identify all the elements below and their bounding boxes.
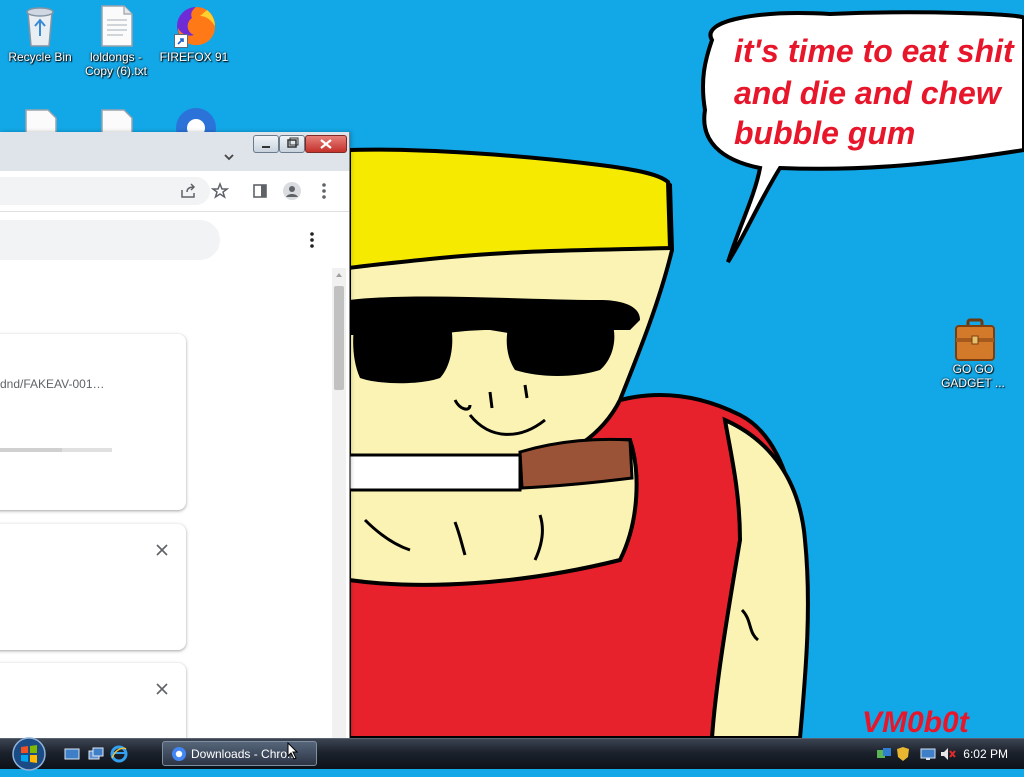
switch-windows-button[interactable] bbox=[88, 746, 104, 762]
show-desktop-icon bbox=[64, 748, 80, 760]
desktop-icon-text-file[interactable]: loldongs - Copy (6).txt bbox=[76, 4, 156, 78]
close-icon bbox=[320, 139, 332, 149]
close-button[interactable] bbox=[305, 135, 347, 153]
close-icon bbox=[156, 683, 168, 695]
chrome-menu-button[interactable] bbox=[312, 179, 336, 203]
scroll-up-icon[interactable] bbox=[332, 269, 346, 281]
bookmark-button[interactable] bbox=[208, 179, 232, 203]
desktop-icon-firefox[interactable]: FIREFOX 91 bbox=[154, 4, 234, 64]
tray-security-icon[interactable] bbox=[895, 746, 911, 762]
download-card bbox=[0, 524, 186, 650]
start-button[interactable] bbox=[6, 736, 52, 772]
taskbar-clock[interactable]: 6:02 PM bbox=[963, 739, 1008, 769]
downloads-list: dnd/FAKEAV-001… bbox=[0, 268, 330, 738]
download-path-link[interactable]: dnd/FAKEAV-001… bbox=[0, 377, 105, 391]
side-panel-button[interactable] bbox=[248, 179, 272, 203]
browser-toolbar bbox=[0, 171, 349, 212]
speech-line-2: and die and chew bbox=[734, 75, 1003, 111]
desktop-icon-label: FIREFOX 91 bbox=[159, 50, 229, 64]
taskbar-task-label: Downloads - Chro... bbox=[191, 747, 298, 761]
volume-muted-icon[interactable] bbox=[939, 746, 956, 762]
firefox-icon bbox=[174, 4, 216, 48]
download-card: dnd/FAKEAV-001… bbox=[0, 334, 186, 510]
download-progress-bar bbox=[0, 448, 112, 452]
tray-display-icon[interactable] bbox=[920, 746, 936, 762]
tab-search-button[interactable] bbox=[218, 146, 240, 168]
downloads-header bbox=[0, 212, 349, 268]
scrollbar-thumb[interactable] bbox=[334, 286, 344, 390]
desktop: it's time to eat shit and die and chew b… bbox=[0, 0, 1024, 738]
download-progress-fill bbox=[0, 448, 62, 452]
remove-download-button[interactable] bbox=[150, 677, 174, 701]
title-bar[interactable] bbox=[0, 132, 349, 171]
close-icon bbox=[156, 544, 168, 556]
profile-button[interactable] bbox=[280, 179, 304, 203]
text-file-icon bbox=[96, 4, 136, 48]
chevron-down-icon bbox=[224, 154, 234, 161]
downloads-more-button[interactable] bbox=[300, 228, 324, 252]
shortcut-arrow-icon bbox=[174, 34, 188, 48]
chrome-window[interactable]: dnd/FAKEAV-001… bbox=[0, 132, 349, 738]
download-card bbox=[0, 663, 186, 738]
remove-download-button[interactable] bbox=[150, 538, 174, 562]
mouse-cursor-icon bbox=[287, 742, 299, 760]
restore-icon bbox=[287, 137, 299, 148]
side-panel-icon bbox=[253, 184, 267, 198]
speech-line-3: bubble gum bbox=[734, 115, 915, 151]
windows-orb-icon bbox=[12, 737, 46, 771]
wallpaper-signature: VM0b0t bbox=[862, 706, 971, 738]
bookmark-star-icon bbox=[211, 182, 229, 199]
minimize-icon bbox=[262, 146, 270, 148]
taskbar: Downloads - Chro... 6:02 PM bbox=[0, 736, 1024, 772]
desktop-icon-label: Recycle Bin bbox=[8, 50, 72, 64]
chrome-icon bbox=[171, 746, 187, 762]
internet-explorer-button[interactable] bbox=[110, 745, 128, 763]
downloads-search-input[interactable] bbox=[0, 220, 220, 260]
show-desktop-button[interactable] bbox=[64, 746, 80, 762]
share-icon bbox=[181, 183, 196, 198]
maximize-button[interactable] bbox=[279, 135, 305, 153]
desktop-icon-gadget[interactable]: GO GO GADGET ... bbox=[933, 316, 1013, 390]
desktop-icon-recycle-bin[interactable]: Recycle Bin bbox=[0, 4, 80, 64]
tray-network-icon[interactable] bbox=[876, 746, 892, 762]
recycle-bin-icon bbox=[20, 4, 60, 48]
more-vert-icon bbox=[310, 232, 314, 248]
briefcase-icon bbox=[953, 316, 995, 361]
menu-icon bbox=[322, 183, 326, 199]
switch-windows-icon bbox=[88, 747, 104, 760]
desktop-icon-label: GO GO GADGET ... bbox=[941, 362, 1005, 390]
share-button[interactable] bbox=[176, 179, 200, 203]
downloads-scrollbar[interactable] bbox=[332, 268, 346, 738]
desktop-icon-label: loldongs - Copy (6).txt bbox=[84, 50, 147, 78]
speech-line-1: it's time to eat shit bbox=[734, 33, 1015, 69]
profile-icon bbox=[283, 182, 301, 200]
minimize-button[interactable] bbox=[253, 135, 279, 153]
internet-explorer-icon bbox=[110, 745, 128, 763]
